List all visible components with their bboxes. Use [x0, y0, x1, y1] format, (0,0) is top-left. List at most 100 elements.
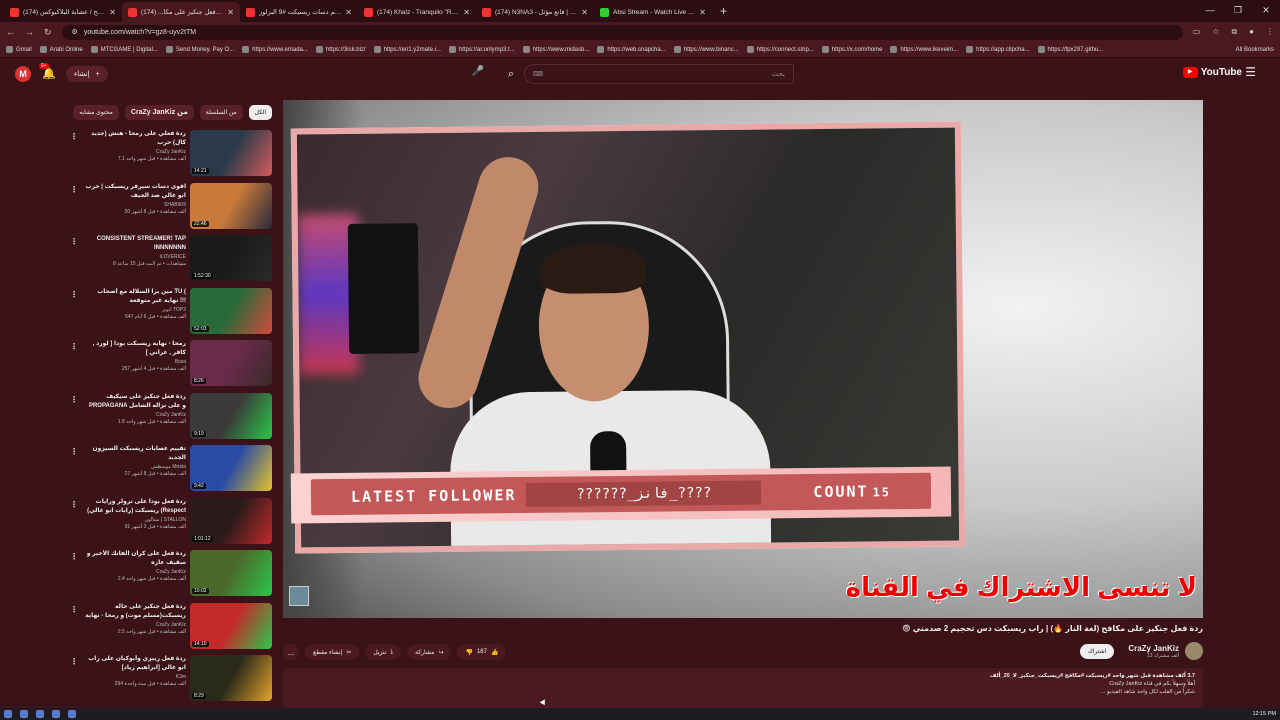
channel-name[interactable]: ستالون | STALLON: [84, 516, 187, 524]
channel-name[interactable]: CraZy JanKiz: [84, 148, 186, 156]
new-tab-button[interactable]: +: [712, 4, 735, 22]
video-title[interactable]: رمحا - نهاية ريسبكت بودا [ لورد , كاقر ,…: [84, 340, 186, 358]
tab-close-icon[interactable]: ✕: [345, 8, 352, 17]
voice-search-icon[interactable]: 🎤: [470, 66, 486, 82]
video-title[interactable]: ردة فعل جنكيز على سيكيف PROPAGANA و على …: [84, 393, 186, 411]
notifications-icon[interactable]: 🔔 9+: [39, 63, 56, 80]
channel-name[interactable]: iLOVERICE: [84, 253, 186, 261]
list-item[interactable]: ⋮ ردة فعل جنكيز على حالة ريسبكت(مسلم موت)…: [66, 601, 272, 654]
back-icon[interactable]: ←: [6, 27, 15, 37]
video-title[interactable]: CONSISTENT STREAMER! TAP INNNNNNN: [84, 235, 186, 253]
search-taskbar-icon[interactable]: [20, 710, 28, 718]
video-player[interactable]: LATEST FOLLOWER ??????_فانز_???? COUNT 15…: [283, 100, 1203, 618]
reload-icon[interactable]: ↻: [44, 27, 52, 38]
minimize-icon[interactable]: —: [1196, 0, 1224, 22]
bookmark-item[interactable]: https://www.ikeveim...: [890, 46, 958, 53]
video-title[interactable]: ردة فعل بودا على ترولر ورايات ريسبكت (را…: [84, 498, 186, 516]
video-thumbnail[interactable]: 10:02: [190, 550, 272, 596]
profile-icon[interactable]: ●: [1249, 27, 1254, 37]
hamburger-menu-icon[interactable]: ☰: [1245, 65, 1256, 79]
tab-close-icon[interactable]: ✕: [109, 8, 116, 17]
download-button[interactable]: تنزيل ⤓: [365, 644, 402, 660]
channel-name[interactable]: CraZy JanKiz: [84, 568, 186, 576]
filter-chip[interactable]: محتوى مشابه: [73, 104, 119, 120]
channel-name[interactable]: اتوبز TOP2: [84, 306, 186, 314]
video-thumbnail[interactable]: 1:52:30: [190, 235, 272, 281]
kebab-menu-icon[interactable]: ⋮: [70, 395, 78, 404]
share-button[interactable]: مشاركة ↪: [407, 644, 452, 660]
channel-name[interactable]: موسطش Mosta: [84, 463, 186, 471]
clip-button[interactable]: إنشاء مقطع ✂: [305, 644, 360, 660]
url-field[interactable]: ⚙ youtube.com/watch?v=gz8-uyv2tTM: [61, 24, 1183, 40]
all-bookmarks-button[interactable]: All Bookmarks: [1236, 47, 1274, 53]
kebab-menu-icon[interactable]: ⋮: [70, 342, 78, 351]
cast-icon[interactable]: ▭: [1193, 27, 1201, 37]
maximize-icon[interactable]: ❐: [1224, 0, 1252, 22]
kebab-menu-icon[interactable]: ⋮: [70, 185, 78, 194]
bookmark-item[interactable]: Arabi Online: [39, 46, 83, 53]
subscribe-button[interactable]: اشتراك: [1079, 643, 1115, 659]
kebab-menu-icon[interactable]: ⋮: [70, 657, 78, 666]
video-thumbnail[interactable]: 8:26: [190, 340, 272, 386]
list-item[interactable]: ⋮ ردة فعل ريبزي وأبوكيان على راب ابو غالي…: [66, 653, 272, 706]
avatar[interactable]: M: [15, 66, 31, 82]
kebab-menu-icon[interactable]: ⋮: [70, 605, 78, 614]
list-item[interactable]: ⋮ CONSISTENT STREAMER! TAP INNNNNNN iLOVER…: [66, 233, 272, 286]
extensions-icon[interactable]: ⧉: [1231, 27, 1237, 37]
video-title[interactable]: اقوى دسات سيرفر ريسبكت | حرب ابو غالي ضد…: [84, 183, 186, 201]
list-item[interactable]: ⋮ ردة فعل جنكيز على سيكيف PROPAGANA و على…: [66, 391, 272, 444]
filter-chip[interactable]: الكل: [248, 104, 272, 120]
channel-name[interactable]: K3m: [84, 673, 186, 681]
video-title[interactable]: ردة فعل ريبزي وأبوكيان على راب ابو غالي …: [84, 655, 186, 673]
kebab-menu-icon[interactable]: ⋮: [70, 500, 78, 509]
bookmark-item[interactable]: https://ar.onlymp3.t...: [448, 46, 515, 53]
kebab-menu-icon[interactable]: ⋮: [70, 290, 78, 299]
close-window-icon[interactable]: ✕: [1252, 0, 1280, 22]
keyboard-icon[interactable]: ⌨: [533, 70, 543, 78]
search-input[interactable]: ⌨ بحث: [524, 64, 794, 84]
start-icon[interactable]: [4, 710, 12, 718]
kebab-menu-icon[interactable]: ⋮: [70, 132, 78, 141]
create-button[interactable]: إنشاء +: [66, 66, 108, 82]
bookmark-item[interactable]: https://www.binanc...: [673, 46, 739, 53]
tab-close-icon[interactable]: ✕: [581, 8, 588, 17]
video-title[interactable]: ردة فعل على كران الفانك الأخير و سقيف عا…: [84, 550, 186, 568]
bookmark-item[interactable]: MTCGAME | Digital...: [90, 46, 158, 53]
dislike-icon[interactable]: 👎: [465, 649, 472, 656]
video-title[interactable]: مين يرا السلالة مع أصحاب TU ( نهاية غير …: [84, 288, 186, 306]
bookmark-item[interactable]: https://app.clipcha...: [966, 46, 1030, 53]
bookmark-item[interactable]: https://fpx297.githu...: [1037, 46, 1103, 53]
channel-name[interactable]: Bssa: [84, 358, 186, 366]
list-item[interactable]: ⋮ رمحا - نهاية ريسبكت بودا [ لورد , كاقر …: [66, 338, 272, 391]
video-title[interactable]: تقييم عصابات ريسبكت السيزون الجديد: [84, 445, 186, 463]
bookmark-item[interactable]: Send Money, Pay O...: [165, 46, 234, 53]
like-dislike-button[interactable]: 👎 187 👍: [457, 644, 507, 660]
list-item[interactable]: ⋮ تقييم عصابات ريسبكت السيزون الجديد موسطش…: [66, 443, 272, 496]
bookmark-item[interactable]: https://en1.y2mate.i...: [373, 46, 441, 53]
bookmark-item[interactable]: https://3isk.biz/: [315, 46, 366, 53]
tab-close-icon[interactable]: ✕: [463, 8, 470, 17]
video-thumbnail[interactable]: 9:42: [190, 445, 272, 491]
filter-chip[interactable]: من السلسلة: [199, 104, 243, 120]
description-box[interactable]: 3.7 ألف مشاهدة قبل شهر واحد #ريسبكت #مكا…: [283, 668, 1203, 708]
filter-chip[interactable]: CraZy JanKiz من: [124, 104, 194, 120]
like-icon[interactable]: 👍: [491, 649, 498, 656]
star-icon[interactable]: ☆: [1212, 27, 1219, 37]
site-info-icon[interactable]: ⚙: [72, 28, 78, 36]
video-thumbnail[interactable]: 9:19: [190, 392, 272, 439]
tab-close-icon[interactable]: ✕: [227, 8, 234, 17]
channel-name[interactable]: CraZy JanKiz: [1128, 644, 1179, 653]
taskview-icon[interactable]: [36, 710, 44, 718]
video-thumbnail[interactable]: 1:01:12: [190, 497, 272, 544]
browser-tab[interactable]: تقييم دسات ريسيكت #9 البزلوز ✕: [240, 2, 358, 22]
channel-name[interactable]: CraZy JanKiz: [84, 621, 186, 629]
browser-tab[interactable]: (174) Khalz - Tranquilo "Rema...✕: [358, 2, 476, 22]
browser-tab[interactable]: (174) N3NA3 - قانع مؤثل | Offi... ✕: [476, 2, 594, 22]
browser-tab[interactable]: مكافح / عصابة البلاكبوكس (174) ✕: [4, 2, 122, 22]
channel-avatar[interactable]: [1185, 642, 1203, 660]
list-item[interactable]: ⋮ ردة فعل على كران الفانك الأخير و سقيف ع…: [66, 548, 272, 601]
more-actions-button[interactable]: ...: [283, 644, 299, 660]
video-thumbnail[interactable]: 8:29: [190, 655, 272, 701]
tab-close-icon[interactable]: ✕: [699, 8, 706, 17]
list-item[interactable]: ⋮ ردة فعلي على رمحا - هتش (جديد كال) حرب C…: [66, 128, 272, 181]
